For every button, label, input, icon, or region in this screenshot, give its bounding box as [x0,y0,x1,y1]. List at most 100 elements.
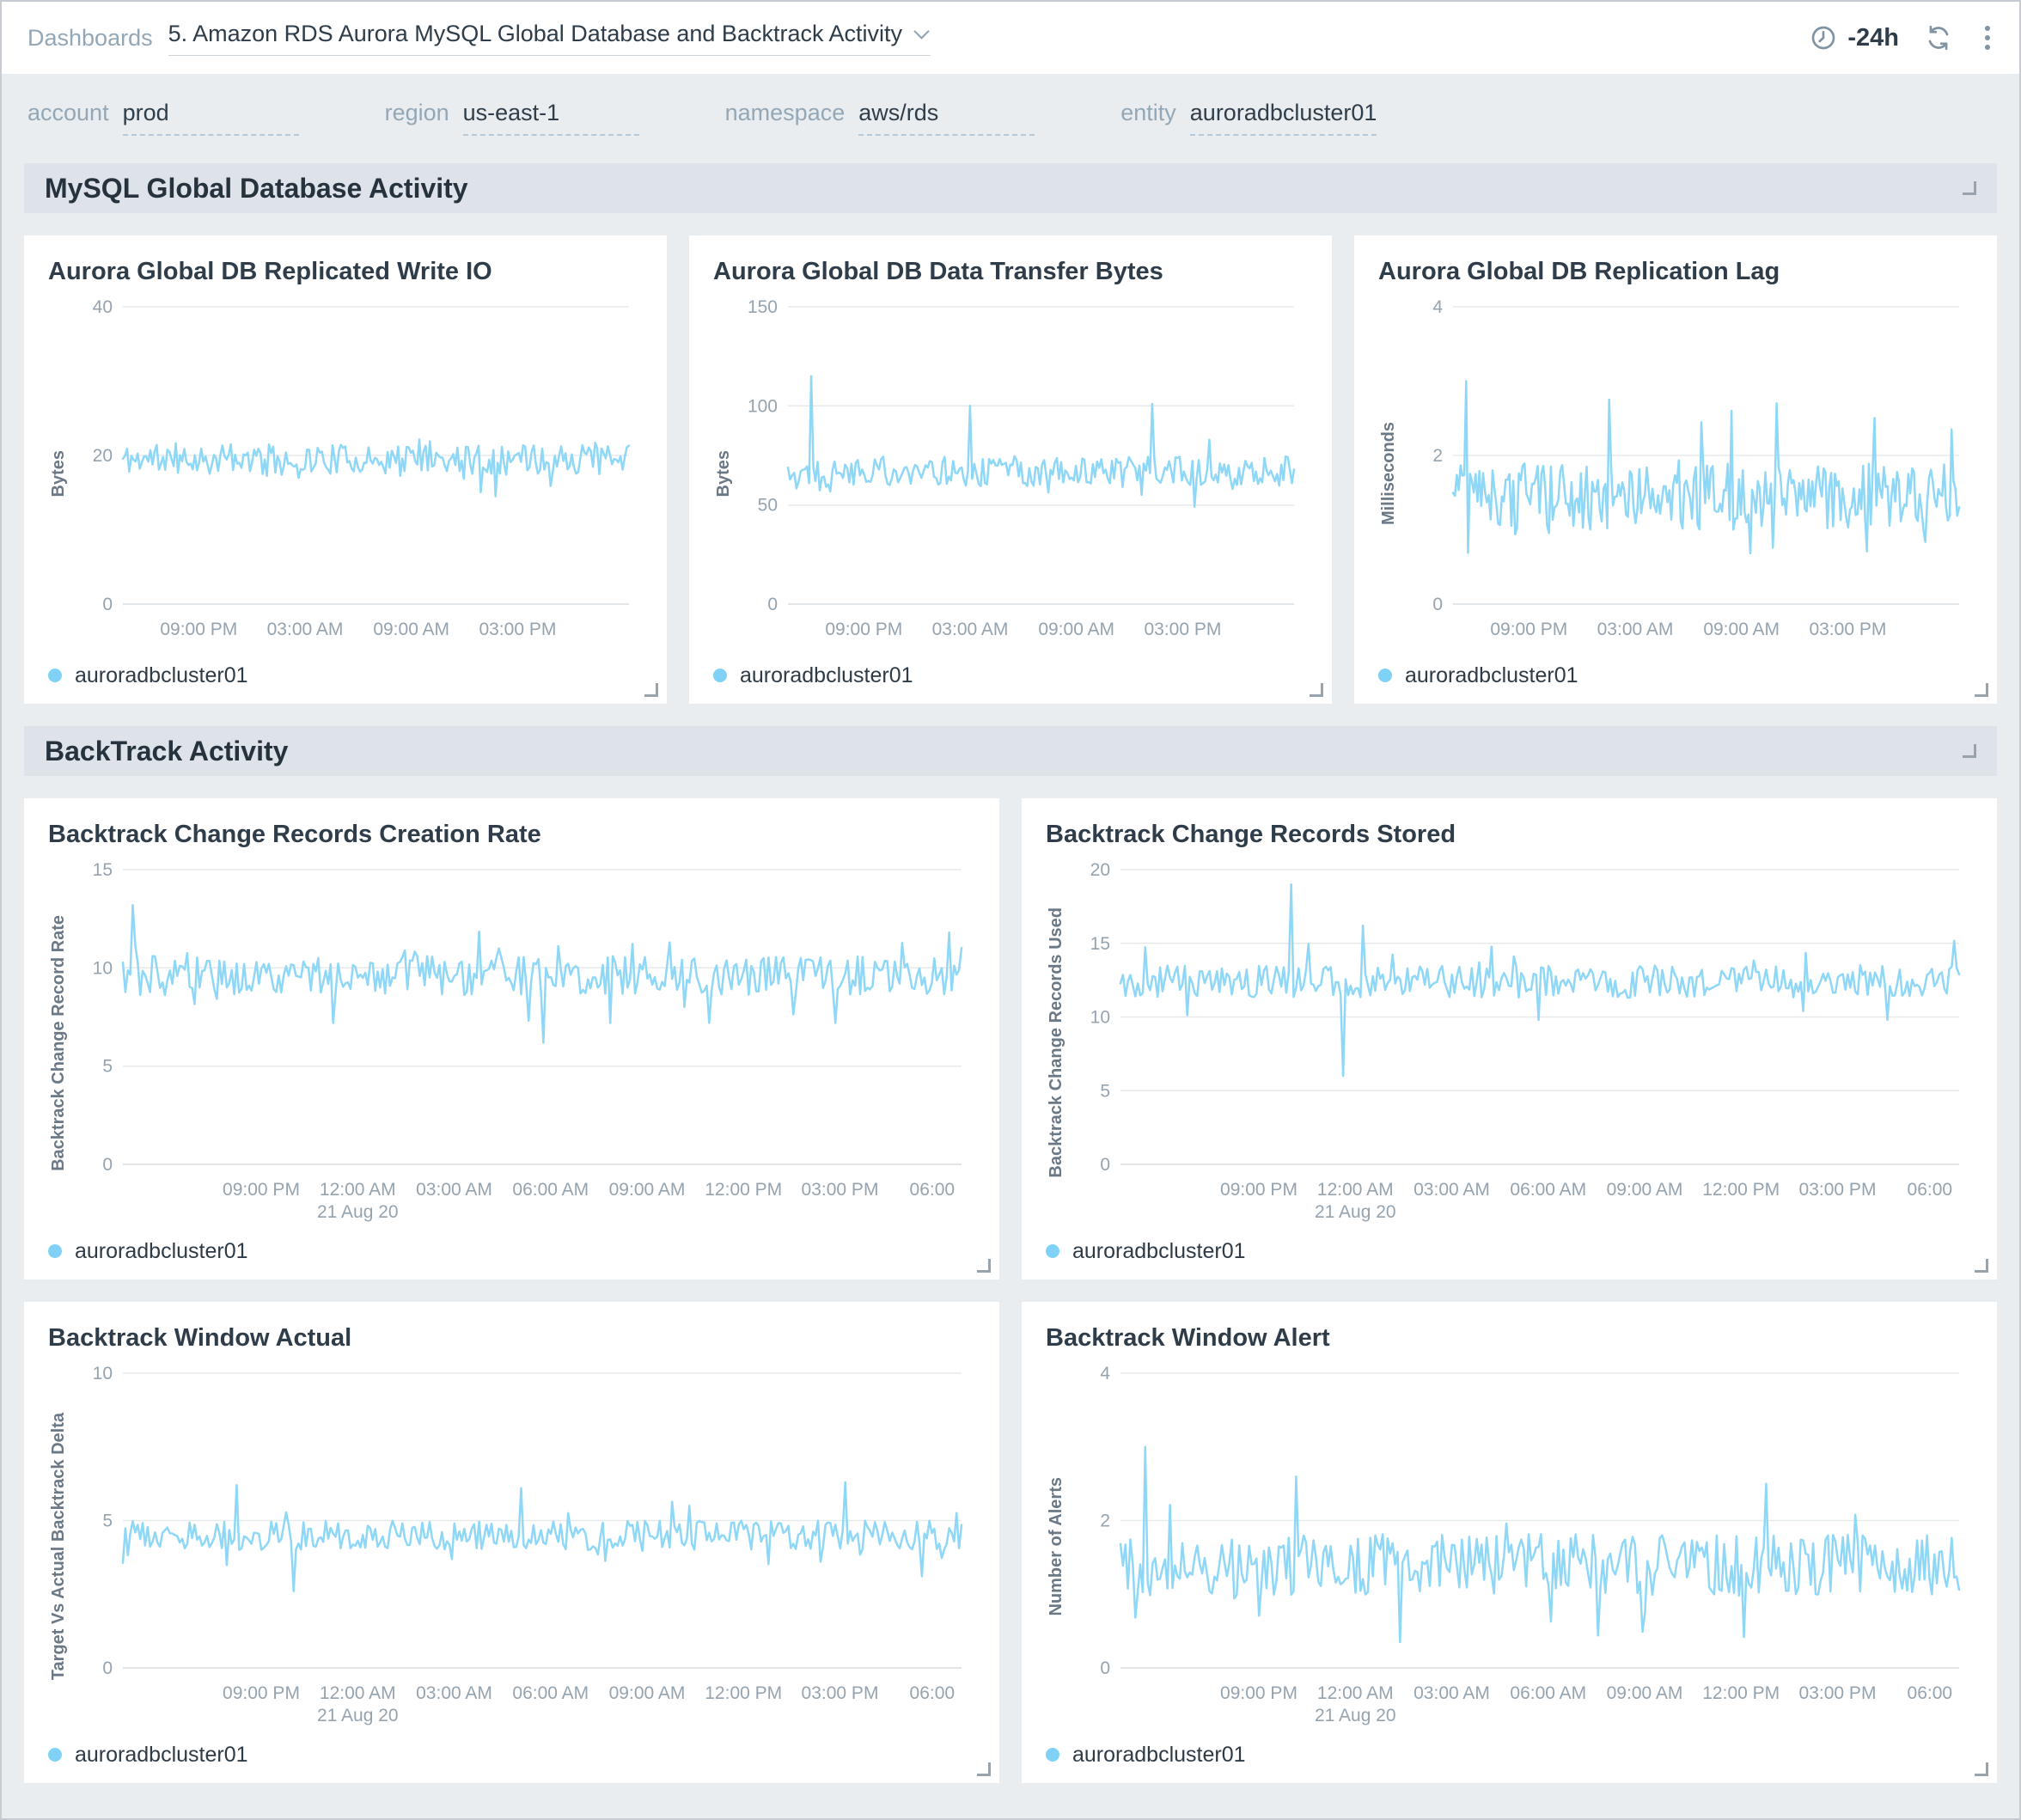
svg-text:09:00 PM: 09:00 PM [825,620,902,639]
y-axis-label: Target Vs Actual Backtrack Delta [48,1413,70,1680]
filter-account: account prod [27,100,299,136]
chart-legend: auroradbcluster01 [1046,1740,1973,1769]
svg-text:09:00 AM: 09:00 AM [373,620,449,639]
dashboard-title-select[interactable]: 5. Amazon RDS Aurora MySQL Global Databa… [168,21,931,56]
y-axis-label: Number of Alerts [1046,1477,1067,1616]
section-resize-icon[interactable] [1963,181,1976,195]
svg-text:09:00 AM: 09:00 AM [1703,620,1780,639]
section-header-mysql-global[interactable]: MySQL Global Database Activity [24,163,1997,213]
line-chart[interactable]: 0510152009:00 PM12:00 AM21 Aug 2003:00 A… [1071,858,1973,1228]
svg-text:12:00 AM: 12:00 AM [320,1683,396,1703]
legend-label: auroradbcluster01 [1072,1743,1246,1768]
svg-text:03:00 AM: 03:00 AM [416,1683,492,1703]
svg-text:09:00 AM: 09:00 AM [609,1180,686,1200]
svg-text:06:00 AM: 06:00 AM [1510,1683,1586,1703]
svg-text:15: 15 [1090,934,1110,954]
svg-text:09:00 PM: 09:00 PM [223,1683,300,1703]
resize-handle-icon[interactable] [1975,1762,1988,1776]
svg-text:10: 10 [93,958,113,978]
svg-text:03:00 AM: 03:00 AM [932,620,1009,639]
svg-text:12:00 AM: 12:00 AM [1317,1683,1394,1703]
legend-dot [1046,1748,1059,1762]
time-range[interactable]: -24h [1847,24,1899,52]
filter-label: account [27,100,109,126]
svg-text:09:00 AM: 09:00 AM [1607,1683,1683,1703]
filter-value-input[interactable]: auroradbcluster01 [1190,100,1377,136]
svg-text:03:00 AM: 03:00 AM [1413,1180,1490,1200]
chart-legend: auroradbcluster01 [713,661,1308,690]
resize-handle-icon[interactable] [1975,683,1988,697]
svg-text:09:00 PM: 09:00 PM [1220,1180,1297,1200]
clock-icon[interactable] [1810,24,1837,52]
resize-handle-icon[interactable] [1975,1259,1988,1273]
section-title: MySQL Global Database Activity [45,173,468,205]
resize-handle-icon[interactable] [1310,683,1323,697]
legend-dot [48,1244,62,1258]
legend-dot [1046,1244,1059,1258]
dashboard-page: Dashboards 5. Amazon RDS Aurora MySQL Gl… [0,0,2021,1820]
page-title: 5. Amazon RDS Aurora MySQL Global Databa… [168,21,902,47]
svg-text:4: 4 [1100,1364,1110,1383]
y-axis-label: Bytes [713,450,735,497]
svg-text:03:00 AM: 03:00 AM [1597,620,1674,639]
refresh-icon[interactable] [1925,24,1952,52]
svg-text:2: 2 [1432,446,1443,466]
breadcrumb[interactable]: Dashboards [27,25,153,52]
legend-label: auroradbcluster01 [740,663,913,688]
svg-text:09:00 AM: 09:00 AM [1607,1180,1683,1200]
svg-text:09:00 PM: 09:00 PM [223,1180,300,1200]
top-bar: Dashboards 5. Amazon RDS Aurora MySQL Gl… [2,2,2019,74]
resize-handle-icon[interactable] [977,1259,991,1273]
line-chart[interactable]: 02409:00 PM03:00 AM09:00 AM03:00 PM [1403,295,1973,652]
line-chart[interactable]: 0204009:00 PM03:00 AM09:00 AM03:00 PM [73,295,643,652]
svg-text:06:00: 06:00 [910,1683,956,1703]
svg-text:12:00 PM: 12:00 PM [1702,1683,1780,1703]
line-chart[interactable]: 05010015009:00 PM03:00 AM09:00 AM03:00 P… [738,295,1308,652]
resize-handle-icon[interactable] [644,683,658,697]
kebab-menu-icon[interactable] [1981,22,1994,53]
svg-text:21 Aug 20: 21 Aug 20 [317,1202,399,1222]
svg-text:09:00 AM: 09:00 AM [609,1683,686,1703]
legend-label: auroradbcluster01 [1405,663,1578,688]
chart-card-creation-rate: Backtrack Change Records Creation Rate B… [24,798,999,1279]
svg-text:0: 0 [102,595,113,614]
section-header-backtrack[interactable]: BackTrack Activity [24,726,1997,776]
svg-text:03:00 PM: 03:00 PM [802,1180,879,1200]
svg-text:03:00 PM: 03:00 PM [479,620,556,639]
svg-text:15: 15 [93,860,113,880]
filter-label: entity [1120,100,1176,126]
dashboard-content: MySQL Global Database Activity Aurora Gl… [2,163,2019,1783]
chart-grid-row-2: Backtrack Change Records Creation Rate B… [24,798,1997,1783]
filter-value-input[interactable]: us-east-1 [463,100,639,136]
svg-text:150: 150 [748,297,778,317]
line-chart[interactable]: 05101509:00 PM12:00 AM21 Aug 2003:00 AM0… [73,858,975,1228]
chart-card-window-actual: Backtrack Window Actual Target Vs Actual… [24,1302,999,1783]
chart-title: Backtrack Window Alert [1046,1324,1973,1353]
filter-value-input[interactable]: aws/rds [858,100,1035,136]
svg-text:40: 40 [93,297,113,317]
svg-text:06:00: 06:00 [910,1180,956,1200]
chart-legend: auroradbcluster01 [1378,661,1973,690]
line-chart[interactable]: 02409:00 PM12:00 AM21 Aug 2003:00 AM06:0… [1071,1361,1973,1731]
chart-legend: auroradbcluster01 [48,1237,975,1266]
svg-text:2: 2 [1100,1512,1110,1531]
svg-text:21 Aug 20: 21 Aug 20 [1315,1202,1396,1222]
filter-region: region us-east-1 [385,100,639,136]
svg-text:100: 100 [748,396,778,416]
filter-value-input[interactable]: prod [123,100,299,136]
line-chart[interactable]: 051009:00 PM12:00 AM21 Aug 2003:00 AM06:… [73,1361,975,1731]
svg-text:12:00 PM: 12:00 PM [705,1180,782,1200]
chart-title: Aurora Global DB Replicated Write IO [48,258,643,286]
section-resize-icon[interactable] [1963,744,1976,758]
filter-bar: account prod region us-east-1 namespace … [2,74,2019,141]
svg-text:06:00: 06:00 [1908,1683,1953,1703]
svg-text:5: 5 [102,1512,113,1531]
resize-handle-icon[interactable] [977,1762,991,1776]
svg-text:03:00 PM: 03:00 PM [1809,620,1886,639]
svg-text:0: 0 [102,1658,113,1678]
y-axis-label: Backtrack Change Record Rate [48,915,70,1171]
svg-text:0: 0 [102,1155,113,1175]
chart-title: Backtrack Change Records Creation Rate [48,821,975,849]
legend-label: auroradbcluster01 [75,1239,248,1264]
svg-text:09:00 AM: 09:00 AM [1038,620,1114,639]
